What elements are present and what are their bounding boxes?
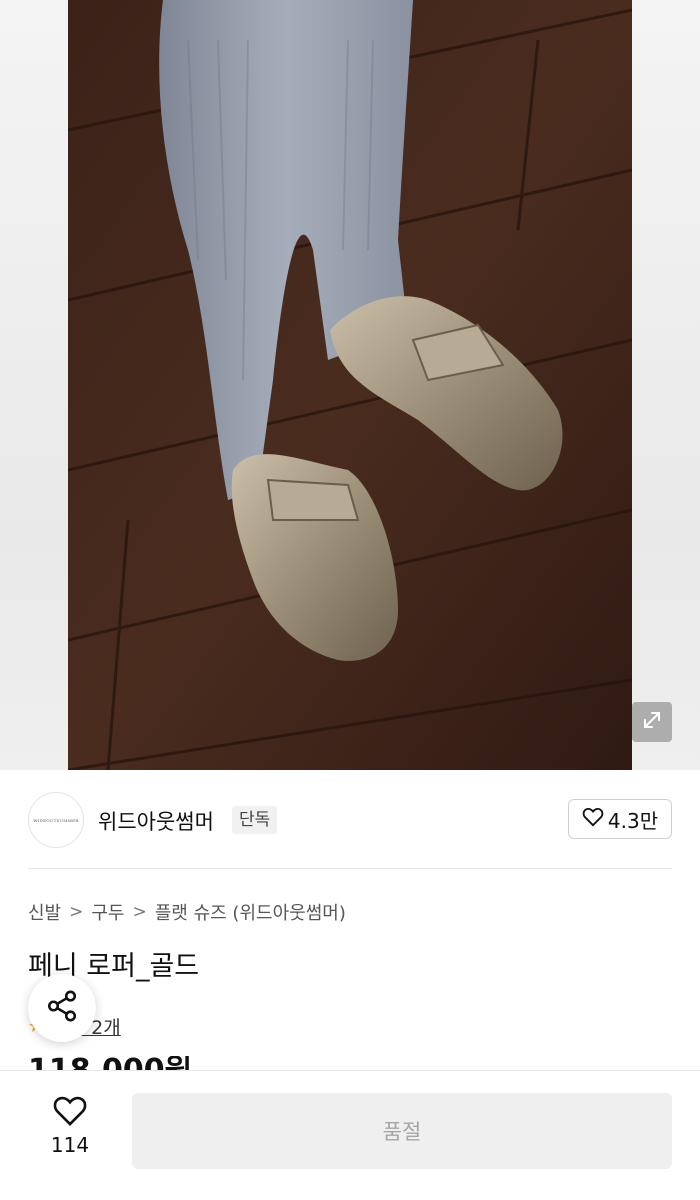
wishlist-count: 114 (50, 1133, 90, 1157)
breadcrumb-item-shoes[interactable]: 신발 (28, 899, 61, 925)
expand-image-button[interactable] (632, 702, 672, 742)
sold-out-button[interactable]: 품절 (132, 1093, 672, 1169)
product-image-area (0, 0, 700, 770)
brand-like-button[interactable]: 4.3만 (568, 799, 672, 839)
breadcrumb-item-flat-shoes[interactable]: 플랫 슈즈 (위드아웃썸머) (155, 899, 346, 925)
breadcrumb: 신발 > 구두 > 플랫 슈즈 (위드아웃썸머) (28, 899, 346, 925)
bottom-action-bar: 114 품절 (0, 1070, 700, 1200)
loafer-photo-illustration (68, 0, 632, 770)
product-photo[interactable] (68, 0, 632, 770)
seller-logo-text: WIDEOUTSUMMER (33, 817, 79, 823)
divider (28, 868, 672, 869)
expand-icon (640, 708, 664, 736)
breadcrumb-item-dress-shoes[interactable]: 구두 (91, 899, 124, 925)
wishlist-button[interactable]: 114 (30, 1095, 110, 1165)
seller-name[interactable]: 위드아웃썸머 (98, 806, 214, 836)
seller-row: WIDEOUTSUMMER 위드아웃썸머 단독 4.3만 (28, 790, 672, 850)
heart-icon (582, 807, 604, 831)
seller-logo[interactable]: WIDEOUTSUMMER (28, 792, 84, 848)
heart-icon (52, 1096, 88, 1131)
share-button[interactable] (28, 974, 96, 1042)
exclusive-badge: 단독 (232, 806, 278, 834)
share-icon (45, 989, 79, 1027)
brand-like-count: 4.3만 (607, 808, 659, 833)
chevron-right-icon: > (132, 902, 147, 922)
product-price: 118,000원 (28, 1056, 192, 1070)
chevron-right-icon: > (69, 902, 84, 922)
